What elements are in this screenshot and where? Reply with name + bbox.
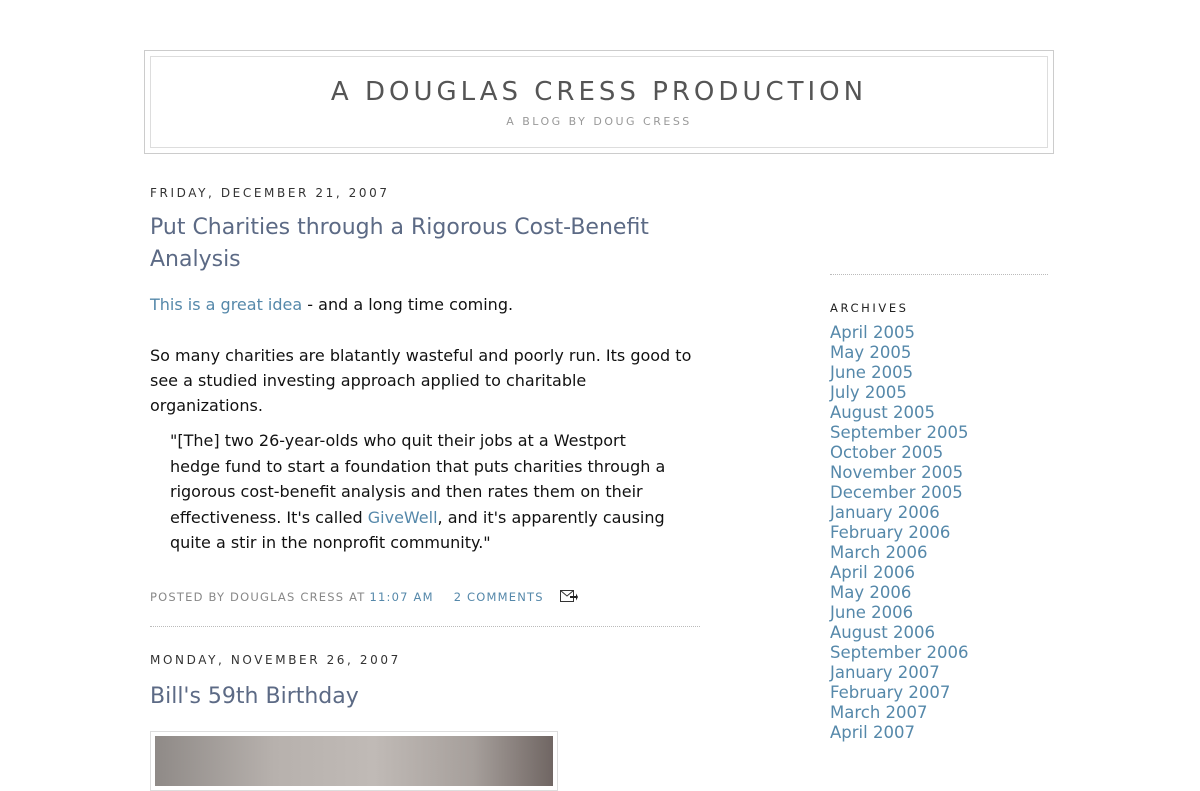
post-title-link[interactable]: Put Charities through a Rigorous Cost-Be… — [150, 212, 700, 276]
post-intro-text: - and a long time coming. — [302, 295, 514, 314]
blog-header-inner: A DOUGLAS CRESS PRODUCTION A BLOG BY DOU… — [150, 56, 1048, 148]
archive-link[interactable]: May 2006 — [830, 583, 1050, 603]
archive-link[interactable]: May 2005 — [830, 343, 1050, 363]
archive-link[interactable]: February 2007 — [830, 683, 1050, 703]
archives-heading: ARCHIVES — [830, 301, 909, 315]
archive-link[interactable]: April 2006 — [830, 563, 1050, 583]
archive-link[interactable]: April 2005 — [830, 323, 1050, 343]
archive-link[interactable]: August 2005 — [830, 403, 1050, 423]
archive-link[interactable]: April 2007 — [830, 723, 1050, 743]
comments-link[interactable]: 2 COMMENTS — [454, 590, 544, 604]
post-date: FRIDAY, DECEMBER 21, 2007 — [150, 186, 390, 200]
archive-link[interactable]: March 2007 — [830, 703, 1050, 723]
post-quote: "[The] two 26-year-olds who quit their j… — [170, 428, 670, 556]
archive-link[interactable]: January 2007 — [830, 663, 1050, 683]
great-idea-link[interactable]: This is a great idea — [150, 295, 302, 314]
archive-link[interactable]: September 2006 — [830, 643, 1050, 663]
archive-link[interactable]: January 2006 — [830, 503, 1050, 523]
givewell-link[interactable]: GiveWell — [368, 508, 438, 527]
post-timestamp-link[interactable]: 11:07 AM — [370, 590, 434, 604]
post-photo[interactable] — [155, 735, 553, 786]
main-column: FRIDAY, DECEMBER 21, 2007 Put Charities … — [150, 186, 700, 791]
post-body: This is a great idea - and a long time c… — [150, 292, 700, 556]
archive-link[interactable]: March 2006 — [830, 543, 1050, 563]
archive-link[interactable]: September 2005 — [830, 423, 1050, 443]
archive-link[interactable]: August 2006 — [830, 623, 1050, 643]
page: A DOUGLAS CRESS PRODUCTION A BLOG BY DOU… — [0, 0, 1200, 791]
archive-link[interactable]: February 2006 — [830, 523, 1050, 543]
sidebar-divider — [830, 274, 1048, 275]
post-intro: This is a great idea - and a long time c… — [150, 292, 700, 317]
blog-title[interactable]: A DOUGLAS CRESS PRODUCTION — [151, 77, 1047, 107]
archive-link[interactable]: July 2005 — [830, 383, 1050, 403]
archive-link[interactable]: June 2005 — [830, 363, 1050, 383]
sidebar: ARCHIVES April 2005 May 2005 June 2005 J… — [830, 274, 1050, 743]
archive-list: April 2005 May 2005 June 2005 July 2005 … — [830, 323, 1050, 743]
post-date: MONDAY, NOVEMBER 26, 2007 — [150, 652, 401, 667]
post-divider — [150, 625, 700, 627]
archive-link[interactable]: June 2006 — [830, 603, 1050, 623]
archive-link[interactable]: December 2005 — [830, 483, 1050, 503]
post-paragraph: So many charities are blatantly wasteful… — [150, 346, 692, 415]
post-title-link[interactable]: Bill's 59th Birthday — [150, 681, 700, 713]
blog-header: A DOUGLAS CRESS PRODUCTION A BLOG BY DOU… — [144, 50, 1054, 154]
posted-by-text: POSTED BY DOUGLAS CRESS AT — [150, 589, 366, 604]
archive-link[interactable]: November 2005 — [830, 463, 1050, 483]
email-post-icon[interactable] — [559, 590, 578, 603]
archive-link[interactable]: October 2005 — [830, 443, 1050, 463]
post-footer: POSTED BY DOUGLAS CRESS AT 11:07 AM 2 CO… — [150, 590, 700, 604]
blog-description: A BLOG BY DOUG CRESS — [506, 115, 692, 128]
